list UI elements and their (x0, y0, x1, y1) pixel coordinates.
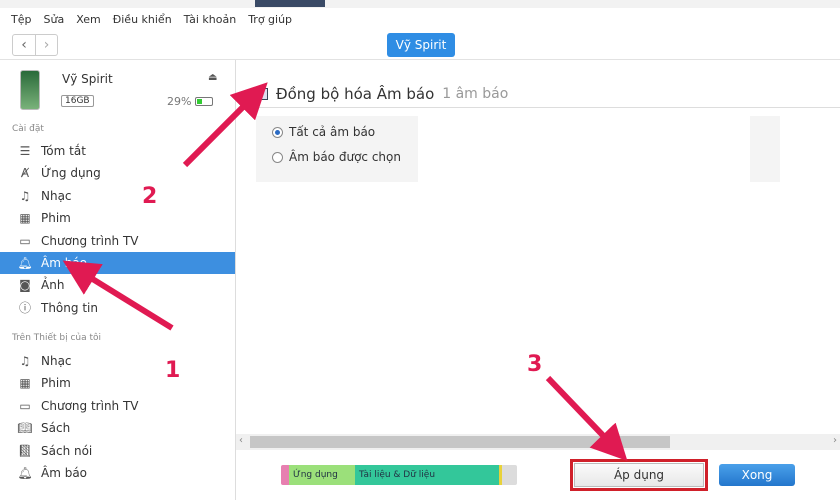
sidebar-item-label: Thông tin (41, 300, 98, 315)
segment-apps: Ứng dụng (289, 465, 355, 485)
bell-icon: 🔔︎ (17, 256, 33, 270)
sidebar-item[interactable]: ⓘ Thông tin (0, 297, 235, 319)
sidebar-item-label: Âm báo (41, 256, 88, 270)
iphone-icon (20, 70, 40, 110)
done-button[interactable]: Xong (719, 464, 795, 486)
audiobook-icon: 📙︎ (17, 443, 33, 458)
sidebar-item-label: Nhạc (41, 188, 72, 203)
sidebar-item-label: Ảnh (41, 278, 65, 293)
film-icon: ▦ (19, 211, 31, 226)
sidebar-item[interactable]: 📙︎ Sách nói (0, 440, 235, 462)
tv-icon: ▭ (19, 233, 31, 248)
sidebar-item[interactable]: ▭ Chương trình TV (0, 395, 235, 417)
battery-icon (195, 97, 214, 106)
bell-icon: 🔔︎ (17, 466, 33, 480)
battery-percent: 29% (167, 95, 192, 108)
sidebar-item[interactable]: 🔔︎ Âm báo (0, 252, 235, 274)
menu-controls[interactable]: Điều khiển (113, 13, 172, 26)
radio-label: Âm báo được chọn (289, 150, 401, 164)
menu-view[interactable]: Xem (76, 13, 101, 26)
scroll-thumb[interactable] (250, 436, 670, 448)
device-name: Vỹ Spirit (62, 72, 113, 86)
sidebar-item-label: Chương trình TV (41, 233, 139, 248)
sidebar-item[interactable]: ♫ Nhạc (0, 185, 235, 207)
annotation-1: 1 (165, 358, 181, 383)
section-on-device: Trên Thiết bị của tôi (12, 333, 102, 343)
menu-file[interactable]: Tệp (11, 13, 31, 26)
sidebar-item[interactable]: 🔔︎ Âm báo (0, 462, 235, 484)
music-icon: ♫ (19, 188, 31, 203)
sidebar-item[interactable]: ▭ Chương trình TV (0, 230, 235, 252)
window-top-strip (0, 0, 840, 8)
sidebar-item[interactable]: 📖︎ Sách (0, 417, 235, 439)
sidebar-item-label: Chương trình TV (41, 398, 139, 413)
apply-button[interactable]: Áp dụng (574, 463, 704, 487)
device-button[interactable]: Vỹ Spirit (387, 33, 455, 57)
sidebar-item-label: Sách (41, 421, 71, 436)
menu-help[interactable]: Trợ giúp (248, 13, 292, 26)
section-settings: Cài đặt (12, 124, 44, 134)
sidebar-item[interactable]: ◙ Ảnh (0, 274, 235, 296)
sync-header: ✓ Đồng bộ hóa Âm báo 1 âm báo (256, 80, 840, 108)
segment-documents: Tài liệu & Dữ liệu (355, 465, 499, 485)
scroll-left-icon[interactable]: ‹ (239, 435, 243, 446)
radio-label: Tất cả âm báo (289, 125, 376, 139)
annotation-3: 3 (527, 352, 543, 377)
radio-selected-icon (272, 126, 283, 138)
sidebar-item-label: Ứng dụng (41, 166, 101, 181)
sidebar-item[interactable]: Ⱥ Ứng dụng (0, 162, 235, 184)
scroll-right-icon[interactable]: › (833, 435, 837, 446)
sync-checkbox[interactable]: ✓ (256, 87, 268, 100)
sync-title: Đồng bộ hóa Âm báo (276, 84, 435, 103)
capacity-badge: 16GB (61, 95, 94, 107)
bottom-bar: Ứng dụng Tài liệu & Dữ liệu Áp dụng Xong (236, 450, 840, 500)
sidebar: Vỹ Spirit 16GB ⏏ 29% Cài đặt ☰ Tóm tắt Ⱥ Ứn… (0, 60, 236, 500)
sidebar-item-label: Tóm tắt (41, 144, 86, 158)
book-icon: 📖︎ (17, 421, 33, 436)
forward-button[interactable]: › (35, 35, 57, 55)
tv-icon: ▭ (19, 398, 31, 413)
sidebar-item[interactable]: ☰ Tóm tắt (0, 140, 235, 162)
menu-account[interactable]: Tài khoản (184, 13, 237, 26)
sidebar-item-label: Sách nói (41, 443, 93, 458)
battery-status: 29% (167, 95, 214, 108)
sidebar-item[interactable]: ▦ Phim (0, 207, 235, 229)
sidebar-item[interactable]: ♫ Nhạc (0, 350, 235, 372)
horizontal-scrollbar[interactable]: ‹ › (236, 434, 840, 450)
options-panel: Tất cả âm báo Âm báo được chọn (256, 116, 780, 182)
film-icon: ▦ (19, 376, 31, 391)
radio-selected-tones[interactable]: Âm báo được chọn (272, 150, 401, 164)
sidebar-item-label: Phim (41, 211, 71, 226)
apps-icon: Ⱥ (20, 166, 30, 181)
info-icon: ⓘ (18, 301, 31, 316)
menu-edit[interactable]: Sửa (43, 13, 64, 26)
main-content: ✓ Đồng bộ hóa Âm báo 1 âm báo Tất cả âm … (236, 60, 840, 500)
nav-row: ‹ › Vỹ Spirit (0, 30, 840, 60)
radio-all-tones[interactable]: Tất cả âm báo (272, 125, 375, 139)
segment-free (502, 465, 517, 485)
camera-icon: ◙ (19, 278, 31, 293)
sidebar-item-label: Âm báo (41, 466, 88, 480)
segment-other (281, 465, 289, 485)
capacity-bar: Ứng dụng Tài liệu & Dữ liệu (281, 465, 517, 485)
annotation-2: 2 (142, 184, 158, 209)
radio-empty-icon (272, 151, 283, 163)
sidebar-item[interactable]: ▦ Phim (0, 372, 235, 394)
music-icon: ♫ (19, 354, 31, 368)
sidebar-item-label: Nhạc (41, 354, 72, 368)
sidebar-item-label: Phim (41, 376, 71, 391)
top-thumbnail (255, 0, 325, 7)
back-button[interactable]: ‹ (13, 35, 35, 55)
menu-bar: Tệp Sửa Xem Điều khiển Tài khoản Trợ giú… (0, 8, 840, 30)
sync-count: 1 âm báo (442, 85, 509, 102)
eject-icon[interactable]: ⏏ (208, 72, 217, 83)
list-icon: ☰ (19, 144, 31, 158)
